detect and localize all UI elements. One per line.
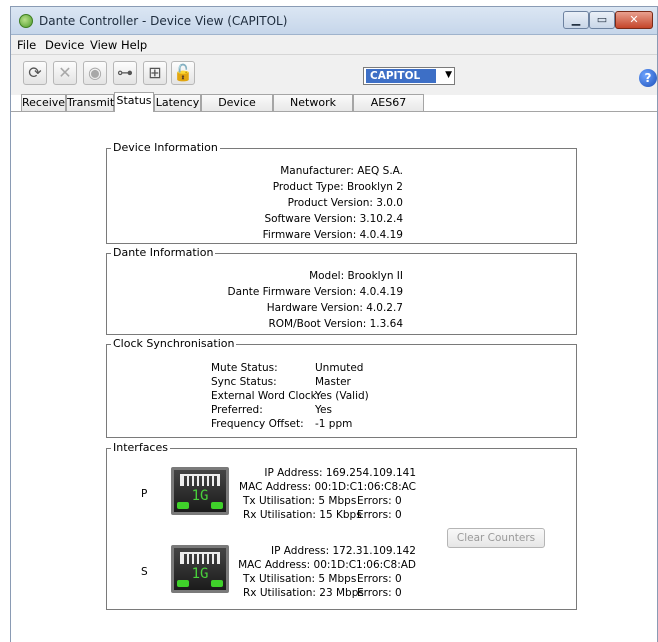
tab-receive[interactable]: Receive: [21, 94, 66, 111]
tab-bar: Receive Transmit Status Latency Device C…: [11, 92, 657, 125]
group-title: Dante Information: [111, 246, 216, 259]
sync-status-value: Master: [315, 376, 351, 388]
group-title: Clock Synchronisation: [111, 337, 237, 350]
tab-status[interactable]: Status: [114, 92, 154, 112]
network-icon[interactable]: ⊶: [113, 61, 137, 85]
dante-information-group: Dante Information Model: Brooklyn II Dan…: [106, 246, 577, 335]
menu-device[interactable]: Device: [45, 38, 84, 52]
ethernet-port-icon: 1G: [171, 545, 229, 593]
external-word-clock-label: External Word Clock:: [211, 390, 321, 402]
refresh-icon[interactable]: ⟳: [23, 61, 47, 85]
primary-ip-address: IP Address: 169.254.109.141: [264, 467, 416, 479]
lock-icon[interactable]: 🔓: [171, 61, 195, 85]
secondary-tx-errors: Errors: 0: [357, 573, 402, 585]
group-title: Interfaces: [111, 441, 170, 454]
status-panel: Device Information Manufacturer: AEQ S.A…: [11, 111, 657, 642]
primary-tx-utilisation: Tx Utilisation: 5 Mbps: [243, 495, 357, 507]
help-icon[interactable]: ?: [639, 69, 657, 87]
product-version-label: Product Version: 3.0.0: [287, 197, 403, 209]
menu-bar: File Device View Help: [11, 35, 657, 55]
menu-help[interactable]: Help: [121, 38, 147, 52]
mute-status-label: Mute Status:: [211, 362, 278, 374]
tab-aes67-config[interactable]: AES67 Config: [353, 94, 424, 125]
tab-transmit[interactable]: Transmit: [66, 94, 114, 111]
manufacturer-label: Manufacturer: AEQ S.A.: [280, 165, 403, 177]
device-information-group: Device Information Manufacturer: AEQ S.A…: [106, 141, 577, 244]
toolbar: ⟳ ✕ ◉ ⊶ ⊞ 🔓 CAPITOL ▼ ?: [11, 55, 657, 95]
rom-boot-label: ROM/Boot Version: 1.3.64: [268, 318, 403, 330]
external-word-clock-value: Yes (Valid): [315, 390, 369, 402]
secondary-rx-utilisation: Rx Utilisation: 23 Mbps: [243, 587, 364, 599]
secondary-mac-address: MAC Address: 00:1D:C1:06:C8:AD: [238, 559, 416, 571]
minimize-button[interactable]: ▁: [563, 11, 589, 29]
dante-app-icon: [19, 14, 33, 28]
tab-latency[interactable]: Latency: [154, 94, 201, 111]
primary-rx-errors: Errors: 0: [357, 509, 402, 521]
chevron-down-icon: ▼: [445, 70, 452, 80]
frequency-offset-value: -1 ppm: [315, 418, 353, 430]
interface-id-primary: P: [141, 488, 148, 500]
secondary-ip-address: IP Address: 172.31.109.142: [271, 545, 416, 557]
primary-mac-address: MAC Address: 00:1D:C1:06:C8:AC: [239, 481, 416, 493]
clock-synchronisation-group: Clock Synchronisation Mute Status: Unmut…: [106, 337, 577, 438]
group-title: Device Information: [111, 141, 220, 154]
tools-icon[interactable]: ✕: [53, 61, 77, 85]
title-bar[interactable]: Dante Controller - Device View (CAPITOL)…: [11, 7, 657, 35]
secondary-rx-errors: Errors: 0: [357, 587, 402, 599]
ethernet-port-icon: 1G: [171, 467, 229, 515]
tab-device-config[interactable]: Device Config: [201, 94, 273, 125]
expand-icon[interactable]: ⊞: [143, 61, 167, 85]
device-selector[interactable]: CAPITOL ▼: [363, 67, 455, 85]
firmware-version-label: Firmware Version: 4.0.4.19: [262, 229, 403, 241]
mute-status-value: Unmuted: [315, 362, 364, 374]
menu-file[interactable]: File: [17, 38, 36, 52]
device-selector-value: CAPITOL: [366, 69, 436, 83]
maximize-button[interactable]: ▭: [589, 11, 615, 29]
hardware-version-label: Hardware Version: 4.0.2.7: [266, 302, 403, 314]
preferred-label: Preferred:: [211, 404, 263, 416]
interface-id-secondary: S: [141, 566, 148, 578]
menu-view[interactable]: View: [90, 38, 117, 52]
primary-rx-utilisation: Rx Utilisation: 15 Kbps: [243, 509, 362, 521]
clear-counters-button[interactable]: Clear Counters: [447, 528, 545, 548]
frequency-offset-label: Frequency Offset:: [211, 418, 304, 430]
sync-status-label: Sync Status:: [211, 376, 277, 388]
tab-network-config[interactable]: Network Config: [273, 94, 353, 125]
close-button[interactable]: ✕: [615, 11, 653, 29]
secondary-tx-utilisation: Tx Utilisation: 5 Mbps: [243, 573, 357, 585]
model-label: Model: Brooklyn II: [309, 270, 403, 282]
dante-firmware-label: Dante Firmware Version: 4.0.4.19: [227, 286, 403, 298]
product-type-label: Product Type: Brooklyn 2: [272, 181, 403, 193]
primary-tx-errors: Errors: 0: [357, 495, 402, 507]
window-title: Dante Controller - Device View (CAPITOL): [39, 14, 288, 28]
software-version-label: Software Version: 3.10.2.4: [264, 213, 403, 225]
identify-icon[interactable]: ◉: [83, 61, 107, 85]
preferred-value: Yes: [315, 404, 332, 416]
device-view-window: Dante Controller - Device View (CAPITOL)…: [10, 6, 658, 642]
